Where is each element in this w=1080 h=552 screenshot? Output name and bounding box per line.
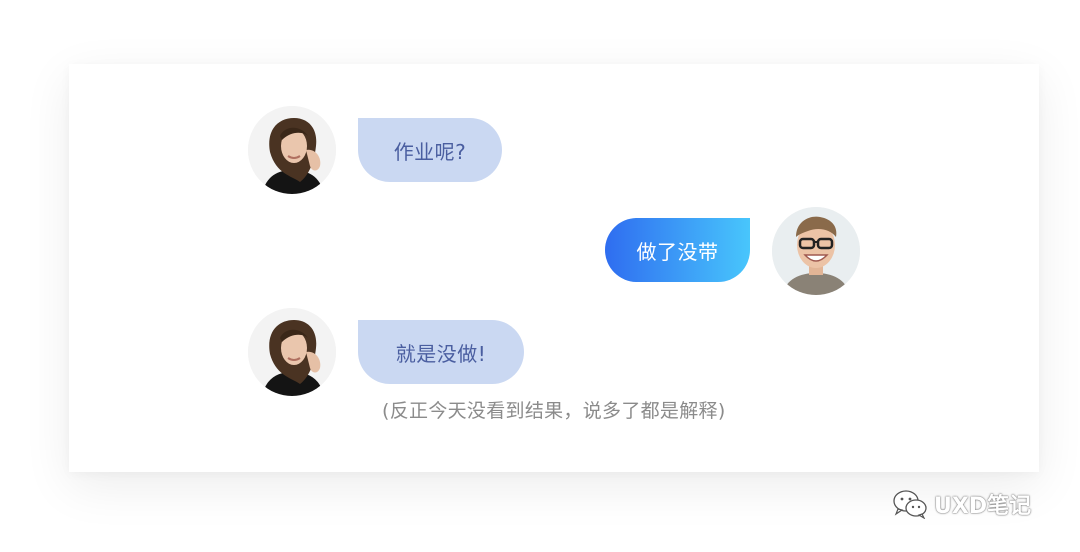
male-avatar xyxy=(772,207,860,295)
female-avatar xyxy=(248,106,336,194)
message-bubble-left: 就是没做! xyxy=(358,320,524,384)
message-bubble-right: 做了没带 xyxy=(605,218,750,282)
female-avatar-image xyxy=(248,106,336,194)
caption-note: (反正今天没看到结果，说多了都是解释) xyxy=(382,400,726,422)
male-avatar-image xyxy=(772,207,860,295)
message-text: 就是没做! xyxy=(395,341,487,366)
wechat-icon xyxy=(893,490,927,519)
female-avatar xyxy=(248,308,336,396)
message-bubble-left: 作业呢? xyxy=(358,118,502,182)
message-text: 做了没带 xyxy=(636,239,719,264)
watermark: UXD笔记 xyxy=(892,484,1031,524)
female-avatar-image xyxy=(248,308,336,396)
watermark-text: UXD笔记 xyxy=(934,494,1032,519)
message-text: 作业呢? xyxy=(393,139,467,164)
